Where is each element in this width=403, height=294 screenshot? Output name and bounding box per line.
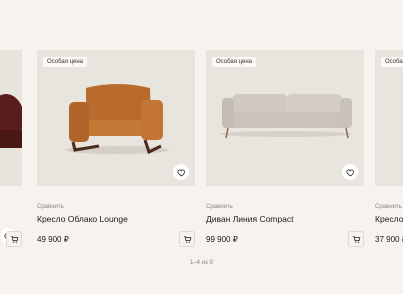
product-carousel-track: Особая цена Сравнить Кресло Облако Loung… (0, 50, 403, 260)
product-card[interactable]: Особая цена Сравнить Кресло Облако Loung… (37, 50, 195, 250)
product-price: 99 900 ₽ (206, 235, 238, 244)
compare-link[interactable]: Сравнить (37, 204, 64, 210)
product-image[interactable]: Особая цена (206, 50, 364, 186)
product-card[interactable]: Особая цена Сравнить Диван Линия Compact… (206, 50, 364, 250)
favorite-button[interactable] (173, 164, 189, 180)
product-carousel-section: й (0, 0, 403, 294)
pagination-indicator: 1–4 из 9 (190, 260, 213, 266)
compare-link[interactable]: Сравнить (375, 204, 402, 210)
product-name[interactable]: Кресло (375, 214, 403, 224)
special-price-badge: Особая цена (381, 57, 403, 67)
armchair-image (0, 50, 22, 186)
sofa-image (206, 50, 364, 186)
cart-icon (352, 235, 360, 243)
armchair-image (375, 50, 403, 186)
product-card[interactable]: Особая цена Сравнить Кресло 37 900 ₽ (375, 50, 403, 250)
heart-icon (345, 168, 354, 176)
product-image[interactable]: Особая цена (37, 50, 195, 186)
product-name[interactable]: Диван Линия Compact (206, 214, 293, 224)
product-name[interactable]: Кресло Облако Lounge (37, 214, 128, 224)
product-image[interactable]: Особая цена (375, 50, 403, 186)
section-title: й (0, 0, 1, 20)
product-price: 49 900 ₽ (37, 235, 69, 244)
heart-icon (176, 168, 185, 176)
cart-icon (183, 235, 191, 243)
product-card[interactable] (0, 50, 22, 250)
add-to-cart-button[interactable] (179, 231, 195, 247)
add-to-cart-button[interactable] (6, 231, 22, 247)
product-image[interactable] (0, 50, 22, 186)
special-price-badge: Особая цена (212, 57, 256, 67)
armchair-image (37, 50, 195, 186)
cart-icon (10, 235, 18, 243)
add-to-cart-button[interactable] (348, 231, 364, 247)
product-price: 37 900 ₽ (375, 235, 403, 244)
compare-link[interactable]: Сравнить (206, 204, 233, 210)
favorite-button[interactable] (342, 164, 358, 180)
special-price-badge: Особая цена (43, 57, 87, 67)
